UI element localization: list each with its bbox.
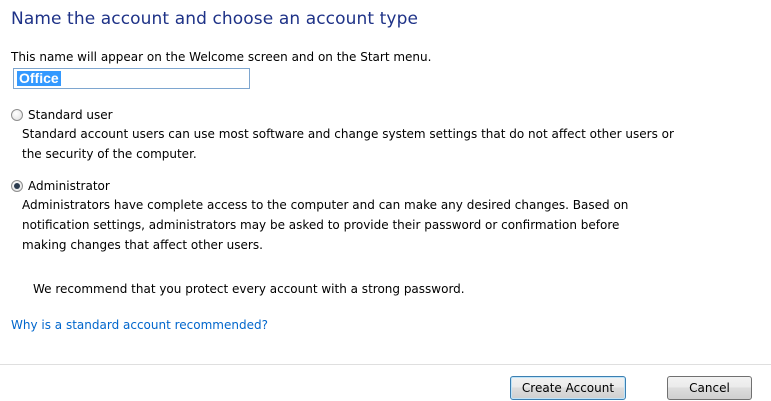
administrator-label: Administrator xyxy=(28,179,110,193)
administrator-desc-line-2: notification settings, administrators ma… xyxy=(22,218,620,232)
name-hint-text: This name will appear on the Welcome scr… xyxy=(11,50,432,64)
administrator-option[interactable]: Administrator xyxy=(11,177,110,195)
standard-user-radio[interactable] xyxy=(11,109,23,121)
account-name-input[interactable]: Office xyxy=(13,68,250,89)
administrator-desc-line-3: making changes that affect other users. xyxy=(22,238,263,252)
standard-user-desc-line-1: Standard account users can use most soft… xyxy=(22,127,674,141)
account-name-value: Office xyxy=(17,70,61,86)
create-account-button[interactable]: Create Account xyxy=(510,376,626,400)
standard-user-desc-line-2: the security of the computer. xyxy=(22,147,197,161)
standard-user-option[interactable]: Standard user xyxy=(11,106,113,124)
password-recommendation: We recommend that you protect every acco… xyxy=(33,282,465,296)
why-standard-account-link[interactable]: Why is a standard account recommended? xyxy=(11,318,268,332)
page-title: Name the account and choose an account t… xyxy=(11,9,419,29)
standard-user-label: Standard user xyxy=(28,108,113,122)
administrator-desc-line-1: Administrators have complete access to t… xyxy=(22,198,629,212)
footer-divider xyxy=(0,364,771,365)
administrator-radio[interactable] xyxy=(11,180,23,192)
cancel-button[interactable]: Cancel xyxy=(667,376,752,400)
standard-user-description: Standard account users can use most soft… xyxy=(22,124,674,164)
administrator-description: Administrators have complete access to t… xyxy=(22,195,628,255)
